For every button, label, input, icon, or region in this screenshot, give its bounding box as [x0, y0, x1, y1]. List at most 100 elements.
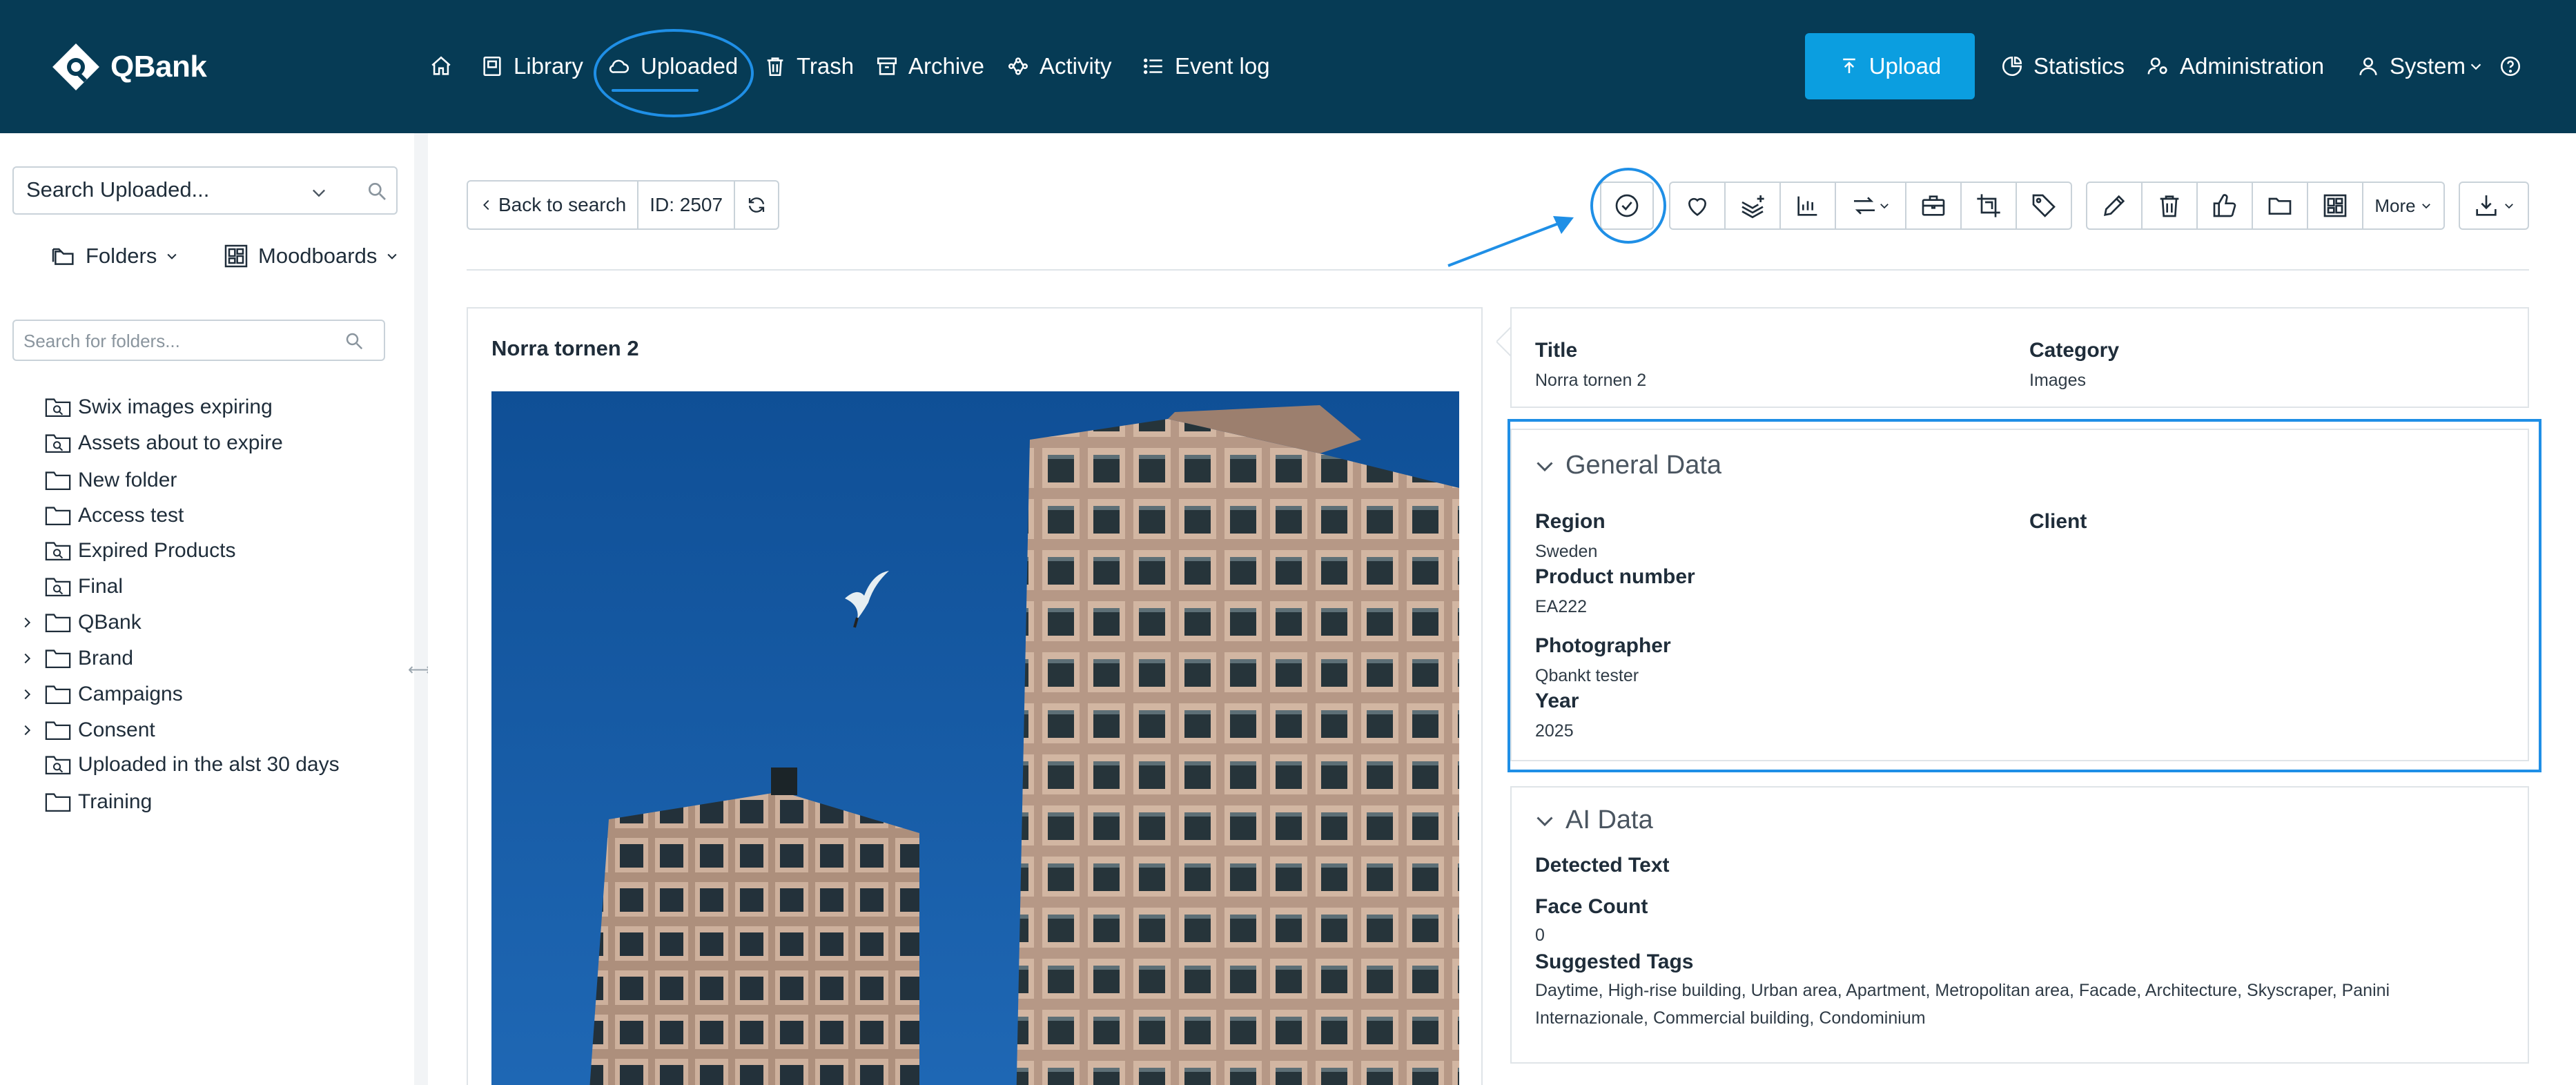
search-scope-value: Search Uploaded...: [26, 177, 210, 202]
statistics-button[interactable]: [1779, 182, 1836, 230]
list-icon: [1143, 58, 1162, 75]
sidebar-resize-bar[interactable]: [414, 133, 428, 1085]
asset-detail-view: Back to search ID: 2507 More Norra torne…: [428, 133, 2576, 1085]
chevron-down-icon: [2421, 204, 2430, 209]
user-icon: [2359, 57, 2377, 75]
folder-tree-item-label: Final: [78, 575, 124, 598]
panel-pointer: [1496, 326, 1512, 357]
upload-icon: [1842, 58, 1855, 73]
move-to-folder-button[interactable]: [2252, 182, 2308, 230]
chevron-right-icon[interactable]: [19, 651, 35, 666]
add-to-moodboard-button[interactable]: [1724, 182, 1781, 230]
folder-tree-item[interactable]: Expired Products: [0, 534, 414, 568]
folder-tree-item[interactable]: Assets about to expire: [0, 426, 414, 460]
nav-eventlog-label: Event log: [1175, 53, 1270, 79]
sidebar: Search Uploaded... Folders Moodboards Sw…: [0, 133, 414, 1085]
refresh-icon: [748, 197, 765, 213]
nav-activity[interactable]: Activity: [1006, 46, 1112, 87]
moodboard-icon: [224, 244, 248, 268]
moodboards-tab[interactable]: Moodboards: [222, 239, 399, 273]
bar-chart-icon: [1797, 196, 1817, 216]
folder-tree-item-label: Assets about to expire: [78, 431, 283, 454]
folder-tree-item-label: QBank: [78, 611, 142, 634]
folder-tree-item-label: Access test: [78, 504, 184, 527]
folder-tree-item[interactable]: QBank: [0, 605, 414, 640]
suggested-tags-label: Suggested Tags: [1535, 950, 1694, 973]
folder-tree-item-label: Brand: [78, 647, 134, 669]
back-to-search-label: Back to search: [498, 194, 627, 215]
folder-tree-item[interactable]: Brand: [0, 641, 414, 676]
nav-eventlog[interactable]: Event log: [1142, 46, 1270, 87]
upload-button[interactable]: Upload: [1805, 33, 1975, 99]
nav-archive[interactable]: Archive: [875, 46, 984, 87]
asset-preview-image[interactable]: [491, 391, 1459, 1085]
nav-home[interactable]: [429, 46, 453, 87]
folder-tree-item[interactable]: Access test: [0, 498, 414, 533]
folder-tree-item[interactable]: Training: [0, 785, 414, 819]
qbank-logo[interactable]: QBank: [48, 38, 207, 96]
refresh-button[interactable]: [734, 180, 780, 230]
nav-system[interactable]: System: [2357, 46, 2484, 87]
chevron-down-icon: [167, 253, 177, 260]
category-label: Category: [2029, 339, 2120, 362]
nav-administration[interactable]: Administration: [2147, 46, 2324, 87]
suggested-tags-value-line1: Daytime, High-rise building, Urban area,…: [1535, 981, 2390, 1000]
toolbar-divider: [467, 269, 2529, 271]
nav-library[interactable]: Library: [480, 46, 583, 87]
folder-tree-item[interactable]: Final: [0, 569, 414, 604]
summary-panel: Title Norra tornen 2 Category Images: [1510, 307, 2529, 408]
folder-tree-item[interactable]: New folder: [0, 463, 414, 498]
search-icon[interactable]: [366, 180, 388, 202]
folder-tree-item[interactable]: Campaigns: [0, 677, 414, 712]
uploaded-highlight-circle: [594, 29, 754, 117]
pie-chart-icon: [2002, 56, 2022, 77]
ai-data-heading: AI Data: [1565, 805, 1653, 834]
toolbar-left-group: Back to search ID: 2507: [467, 180, 780, 230]
transfer-dropdown-button[interactable]: [1835, 182, 1906, 230]
folder-tree-item[interactable]: Swix images expiring: [0, 390, 414, 424]
title-label: Title: [1535, 339, 1578, 362]
moodboard-button[interactable]: [2307, 182, 2363, 230]
nav-trash[interactable]: Trash: [763, 46, 854, 87]
building-photo: [491, 391, 1459, 1085]
chevron-right-icon[interactable]: [19, 723, 35, 738]
folder-search-field[interactable]: [12, 320, 385, 361]
back-to-search-button[interactable]: Back to search: [467, 180, 639, 230]
download-dropdown-button[interactable]: [2459, 182, 2529, 230]
folder-tree-item[interactable]: Uploaded in the alst 30 days: [0, 747, 414, 782]
general-data-highlight-box: [1507, 419, 2541, 772]
moodboard-icon: [2323, 194, 2347, 217]
chevron-right-icon[interactable]: [19, 687, 35, 702]
search-icon[interactable]: [344, 331, 364, 351]
more-dropdown-button[interactable]: More: [2362, 182, 2445, 230]
chevron-right-icon[interactable]: [19, 615, 35, 630]
nav-administration-label: Administration: [2180, 53, 2325, 79]
chevron-down-icon[interactable]: [309, 183, 329, 202]
edit-button[interactable]: [2086, 182, 2143, 230]
like-button[interactable]: [2196, 182, 2253, 230]
tags-button[interactable]: [2016, 182, 2072, 230]
favorite-button[interactable]: [1669, 182, 1726, 230]
library-icon: [483, 56, 501, 77]
archive-icon: [877, 57, 897, 75]
help-button[interactable]: [2499, 46, 2522, 87]
annotation-arrow: [1447, 216, 1574, 267]
ai-data-header[interactable]: AI Data: [1532, 805, 1653, 835]
folder-tree-item[interactable]: Consent: [0, 713, 414, 747]
nav-statistics[interactable]: Statistics: [2000, 46, 2125, 87]
crop-button[interactable]: [1960, 182, 2017, 230]
help-icon: [2500, 56, 2521, 77]
folder-icon: [45, 721, 71, 740]
briefcase-button[interactable]: [1905, 182, 1962, 230]
chevron-down-icon: [1536, 816, 1553, 826]
smart-folder-icon: [45, 542, 71, 560]
download-icon: [2476, 195, 2497, 216]
approve-highlight-circle: [1590, 168, 1666, 244]
tag-icon: [2032, 194, 2056, 217]
chevron-down-icon: [2470, 63, 2481, 70]
folder-search-input[interactable]: [23, 328, 327, 354]
delete-button[interactable]: [2141, 182, 2198, 230]
heart-icon: [1688, 197, 1707, 216]
search-scope-select[interactable]: Search Uploaded...: [12, 166, 398, 215]
folders-tab[interactable]: Folders: [50, 239, 179, 273]
